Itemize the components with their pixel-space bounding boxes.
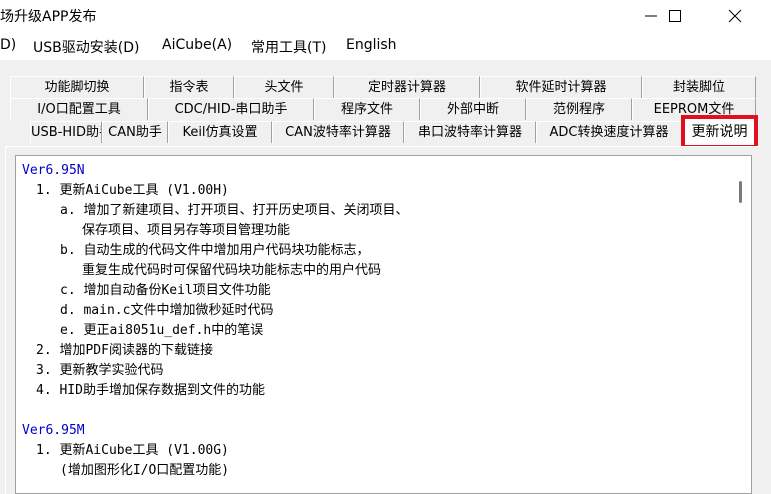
changelog-line: 3. 更新教学实验代码 [36, 363, 164, 378]
tab-header-file[interactable]: 头文件 [234, 76, 334, 98]
menu-item-tools[interactable]: 常用工具(T) [251, 37, 326, 57]
changelog-line: e. 更正ai8051u_def.h中的笔误 [60, 323, 264, 338]
changelog-line: 重复生成代码时可保留代码块功能标志中的用户代码 [82, 263, 382, 278]
changelog-line: a. 增加了新建项目、打开项目、打开历史项目、关闭项目、 [60, 203, 409, 218]
tab-eeprom-file[interactable]: EEPROM文件 [632, 98, 756, 120]
changelog-line: (增加图形化I/O口配置功能) [60, 463, 230, 478]
tab-program-file[interactable]: 程序文件 [314, 98, 420, 120]
tab-usb-hid-assistant[interactable]: USB-HID助手 [30, 121, 102, 143]
tab-package-pins[interactable]: 封装脚位 [642, 76, 756, 98]
tab-adc-speed-calculator[interactable]: ADC转换速度计算器 [536, 121, 682, 143]
tab-external-interrupt[interactable]: 外部中断 [420, 98, 526, 120]
tab-keil-simulation[interactable]: Keil仿真设置 [168, 121, 272, 143]
tab-update-notes[interactable]: 更新说明 [682, 118, 757, 146]
tab-can-assistant[interactable]: CAN助手 [102, 121, 168, 143]
tab-timer-calculator[interactable]: 定时器计算器 [334, 76, 480, 98]
version-heading: Ver6.95N [22, 163, 85, 178]
tab-pin-function[interactable]: 功能脚切换 [10, 76, 144, 98]
changelog-line: 1. 更新AiCube工具 (V1.00G) [36, 443, 229, 458]
title-bar: 场升级APP发布 [0, 0, 771, 32]
maximize-icon [669, 10, 681, 22]
tab-instruction-table[interactable]: 指令表 [144, 76, 234, 98]
close-icon [728, 9, 742, 23]
tab-sample-programs[interactable]: 范例程序 [526, 98, 632, 120]
tab-delay-calculator[interactable]: 软件延时计算器 [480, 76, 642, 98]
changelog-line: 4. HID助手增加保存数据到文件的功能 [36, 383, 265, 398]
tab-uart-baud-calculator[interactable]: 串口波特率计算器 [404, 121, 536, 143]
changelog-line: 1. 更新AiCube工具 (V1.00H) [36, 183, 229, 198]
menu-item-aicube[interactable]: AiCube(A) [162, 37, 232, 53]
tab-can-baud-calculator[interactable]: CAN波特率计算器 [272, 121, 404, 143]
changelog-line: 保存项目、项目另存等项目管理功能 [82, 223, 291, 238]
tab-cdc-hid-uart[interactable]: CDC/HID-串口助手 [148, 98, 314, 120]
scrollbar-thumb[interactable] [739, 181, 742, 203]
menu-item-english[interactable]: English [346, 37, 397, 53]
changelog-line: b. 自动生成的代码文件中增加用户代码块功能标志， [60, 243, 370, 258]
version-heading: Ver6.95M [22, 423, 85, 438]
close-button[interactable] [712, 0, 758, 32]
window-title: 场升级APP发布 [0, 9, 97, 25]
menu-item-usb-driver[interactable]: USB驱动安装(D) [33, 37, 139, 57]
changelog-line: 2. 增加PDF阅读器的下载链接 [36, 343, 213, 358]
maximize-button[interactable] [652, 0, 698, 32]
menu-bar: D) USB驱动安装(D) AiCube(A) 常用工具(T) English [0, 32, 771, 60]
changelog-line: c. 增加自动备份Keil项目文件功能 [60, 283, 271, 298]
tab-io-config[interactable]: I/O口配置工具 [10, 98, 148, 120]
menu-item-partial[interactable]: D) [0, 37, 16, 53]
vertical-scrollbar[interactable] [729, 156, 751, 493]
changelog-line: d. main.c文件中增加微秒延时代码 [60, 303, 274, 318]
changelog-text-area[interactable]: Ver6.95N 1. 更新AiCube工具 (V1.00H) a. 增加了新建… [15, 155, 752, 494]
